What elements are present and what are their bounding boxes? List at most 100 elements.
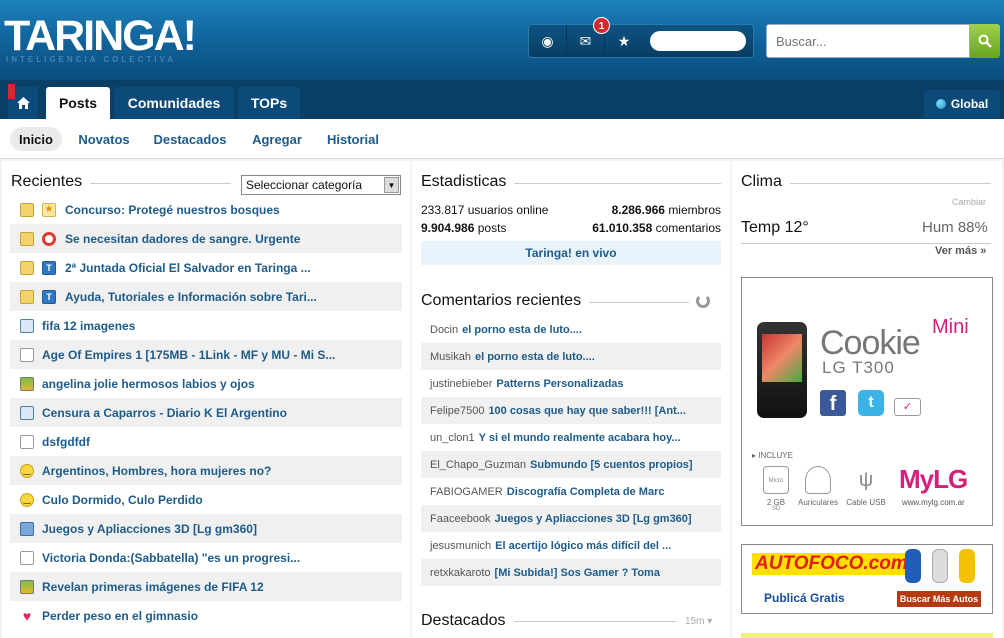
subnav-inicio[interactable]: Inicio (10, 127, 62, 151)
list-item[interactable]: Age Of Empires 1 [175MB - 1Link - MF y M… (10, 340, 402, 369)
change-city-link[interactable]: Cambiar (952, 197, 986, 207)
post-title-link[interactable]: Ayuda, Tutoriales e Información sobre Ta… (65, 290, 317, 304)
destacados-time-filter[interactable]: 15m ▾ (685, 616, 712, 627)
document-icon (20, 550, 34, 565)
list-item[interactable]: fifa 12 imagenes (10, 311, 402, 340)
list-item[interactable]: T Ayuda, Tutoriales e Información sobre T… (10, 282, 402, 311)
post-title-link[interactable]: Revelan primeras imágenes de FIFA 12 (42, 580, 264, 594)
autofoco-logo: AUTOFOCO.com (752, 553, 911, 575)
main-nav: Posts Comunidades TOPs Global (0, 80, 1004, 119)
taringa-logo[interactable]: TARINGA! (4, 14, 197, 58)
list-item[interactable]: FABIOGAMER Discografía Completa de Marc (421, 478, 721, 505)
comment-user[interactable]: Faaceebook (430, 513, 491, 525)
list-item[interactable]: un_clon1 Y si el mundo realmente acabara … (421, 424, 721, 451)
post-title-link[interactable]: fifa 12 imagenes (42, 319, 135, 333)
subnav-historial[interactable]: Historial (322, 127, 384, 151)
folder-icon (20, 289, 34, 304)
comment-post-link[interactable]: Patterns Personalizadas (496, 378, 623, 390)
subnav-destacados[interactable]: Destacados (148, 127, 232, 151)
list-item[interactable]: Musikah el porno esta de luto.... (421, 343, 721, 370)
comment-user[interactable]: Felipe7500 (430, 405, 484, 417)
autofoco-ad[interactable]: AUTOFOCO.com Publicá Gratis Buscar Más A… (741, 544, 993, 614)
search-button[interactable] (970, 24, 1000, 58)
list-item[interactable]: El_Chapo_Guzman Submundo [5 cuentos propi… (421, 451, 721, 478)
list-item[interactable]: Juegos y Apliacciones 3D [Lg gm360] (10, 514, 402, 543)
list-item[interactable]: ★ Concurso: Protegé nuestros bosques (10, 195, 402, 224)
tab-comunidades[interactable]: Comunidades (114, 87, 234, 119)
star-icon[interactable]: ★ (605, 25, 643, 57)
category-select-value: Seleccionar categoría (246, 178, 363, 192)
list-item[interactable]: ♥ Perder peso en el gimnasio (10, 601, 402, 630)
comment-user[interactable]: El_Chapo_Guzman (430, 459, 526, 471)
comment-post-link[interactable]: Juegos y Apliacciones 3D [Lg gm360] (495, 513, 692, 525)
comment-user[interactable]: justinebieber (430, 378, 492, 390)
tab-posts[interactable]: Posts (46, 87, 110, 119)
post-title-link[interactable]: Concurso: Protegé nuestros bosques (65, 203, 280, 217)
post-title-link[interactable]: Juegos y Apliacciones 3D [Lg gm360] (42, 522, 257, 536)
comment-user[interactable]: jesusmunich (430, 540, 491, 552)
comment-post-link[interactable]: Submundo [5 cuentos propios] (530, 459, 693, 471)
post-title-link[interactable]: Argentinos, Hombres, hora mujeres no? (42, 464, 271, 478)
usb-cable-icon: ψ Cable USB (846, 469, 886, 507)
comment-post-link[interactable]: [Mi Subida!] Sos Gamer ? Toma (495, 567, 660, 579)
comment-post-link[interactable]: 100 cosas que hay que saber!!! [Ant... (488, 405, 685, 417)
subnav-novatos[interactable]: Novatos (74, 127, 134, 151)
post-title-link[interactable]: Culo Dormido, Culo Perdido (42, 493, 203, 507)
comment-post-link[interactable]: Y si el mundo realmente acabara hoy... (479, 432, 681, 444)
post-title-link[interactable]: dsfgdfdf (42, 435, 90, 449)
list-item[interactable]: Se necesitan dadores de sangre. Urgente (10, 224, 402, 253)
ad-model: LG T300 (822, 358, 895, 377)
comment-post-link[interactable]: El acertijo lógico más difícil del ... (495, 540, 671, 552)
publish-free-link[interactable]: Publicá Gratis (764, 591, 845, 605)
list-item[interactable]: Revelan primeras imágenes de FIFA 12 (10, 572, 402, 601)
post-title-link[interactable]: Victoria Donda:(Sabbatella) "es un progr… (42, 551, 300, 565)
list-item[interactable]: ‿ Argentinos, Hombres, hora mujeres no? (10, 456, 402, 485)
list-item[interactable]: Censura a Caparros - Diario K El Argenti… (10, 398, 402, 427)
comment-post-link[interactable]: Discografía Completa de Marc (507, 486, 665, 498)
search-cars-button[interactable]: Buscar Más Autos (897, 591, 981, 607)
folder-icon (20, 260, 34, 275)
subnav-agregar[interactable]: Agregar (246, 127, 308, 151)
post-title-link[interactable]: Censura a Caparros - Diario K El Argenti… (42, 406, 287, 420)
comment-user[interactable]: Musikah (430, 351, 471, 363)
post-title-link[interactable]: Se necesitan dadores de sangre. Urgente (65, 232, 300, 246)
list-item[interactable]: angelina jolie hermosos labios y ojos (10, 369, 402, 398)
post-title-link[interactable]: 2ª Juntada Oficial El Salvador en Taring… (65, 261, 311, 275)
comment-user[interactable]: FABIOGAMER (430, 486, 503, 498)
tab-tops[interactable]: TOPs (238, 87, 300, 119)
taringa-live-link[interactable]: Taringa! en vivo (421, 241, 721, 265)
post-title-link[interactable]: Age Of Empires 1 [175MB - 1Link - MF y M… (42, 348, 335, 362)
comment-user[interactable]: retxkakaroto (430, 567, 491, 579)
user-name-pill[interactable] (650, 31, 746, 51)
comment-post-link[interactable]: el porno esta de luto.... (462, 324, 582, 336)
list-item[interactable]: ‿ Culo Dormido, Culo Perdido (10, 485, 402, 514)
phone-icon (20, 521, 34, 536)
list-item[interactable]: T 2ª Juntada Oficial El Salvador en Tarin… (10, 253, 402, 282)
memory-card-icon: Micro SD 2 GB (756, 466, 796, 512)
list-item[interactable]: Faaceebook Juegos y Apliacciones 3D [Lg g… (421, 505, 721, 532)
eye-icon[interactable]: ◉ (529, 25, 567, 57)
user-toolbox: ◉ ✉ ★ (528, 24, 754, 58)
refresh-icon[interactable] (696, 294, 710, 308)
globe-icon (935, 99, 946, 109)
list-item[interactable]: Victoria Donda:(Sabbatella) "es un progr… (10, 543, 402, 572)
list-item[interactable]: Felipe7500 100 cosas que hay que saber!!!… (421, 397, 721, 424)
post-title-link[interactable]: Perder peso en el gimnasio (42, 609, 198, 623)
search-input[interactable] (766, 24, 970, 58)
comment-post-link[interactable]: el porno esta de luto.... (475, 351, 595, 363)
category-select[interactable]: Seleccionar categoría ▼ (241, 175, 401, 195)
list-item[interactable]: jesusmunich El acertijo lógico más difíci… (421, 532, 721, 559)
bookmark-ribbon-icon (8, 84, 15, 99)
list-item[interactable]: dsfgdfdf (10, 427, 402, 456)
dropdown-arrow-icon: ▼ (384, 177, 399, 193)
comment-user[interactable]: un_clon1 (430, 432, 475, 444)
list-item[interactable]: justinebieber Patterns Personalizadas (421, 370, 721, 397)
ad-brand-suffix: Mini (932, 316, 969, 338)
comment-user[interactable]: Docin (430, 324, 458, 336)
lg-cookie-ad[interactable]: Cookie Mini LG T300 f t ✓ ▸ INCLUYE Micr… (741, 277, 993, 526)
weather-more-link[interactable]: Ver más » (935, 245, 986, 257)
post-title-link[interactable]: angelina jolie hermosos labios y ojos (42, 377, 255, 391)
list-item[interactable]: Docin el porno esta de luto.... (421, 316, 721, 343)
global-selector[interactable]: Global (924, 90, 1000, 118)
list-item[interactable]: retxkakaroto [Mi Subida!] Sos Gamer ? Tom… (421, 559, 721, 586)
